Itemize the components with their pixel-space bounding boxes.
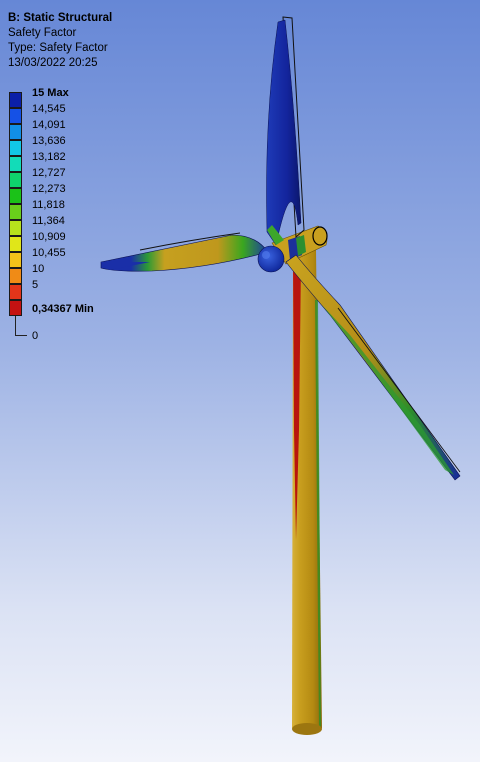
legend-tick-label: 14,091 [32,119,66,131]
legend-color-band [9,188,22,204]
legend-tick-label: 10,909 [32,231,66,243]
legend-color-band [9,108,22,124]
legend-color-band [9,140,22,156]
legend-tick-label: 11,364 [32,215,65,227]
legend-color-band [9,284,22,300]
legend-tick-label: 10,455 [32,247,66,259]
legend-color-band [9,236,22,252]
legend-color-band [9,172,22,188]
legend-color-band [9,92,22,108]
legend-color-band [9,252,22,268]
legend-color-band [9,300,22,316]
legend-tick-label: 13,182 [32,151,66,163]
color-legend[interactable]: 15 Max 14,545 14,091 13,636 13,182 12,727 12,2… [0,0,480,762]
legend-tick-label: 13,636 [32,135,66,147]
legend-color-band [9,204,22,220]
legend-color-band [9,220,22,236]
legend-tick-label: 12,273 [32,183,66,195]
legend-tick-label: 12,727 [32,167,66,179]
legend-tick-label: 14,545 [32,103,66,115]
legend-zero-label: 0 [32,330,39,342]
legend-min-label: 0,34367 Min [32,303,94,315]
legend-tick-label: 11,818 [32,199,65,211]
legend-color-band [9,156,22,172]
legend-color-band [9,124,22,140]
legend-tick-label: 10 [32,263,45,275]
legend-tick-label: 5 [32,279,39,291]
legend-zero-marker [15,316,27,336]
legend-color-band [9,268,22,284]
legend-max-label: 15 Max [32,87,69,99]
